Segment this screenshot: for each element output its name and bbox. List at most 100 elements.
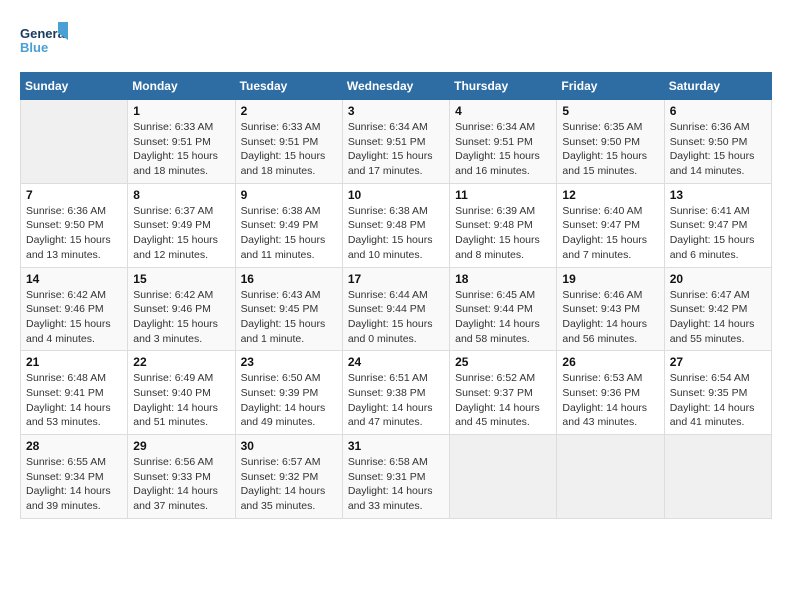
svg-text:Blue: Blue — [20, 40, 48, 55]
day-cell: 8 Sunrise: 6:37 AM Sunset: 9:49 PM Daylig… — [128, 183, 235, 267]
day-number: 24 — [348, 355, 444, 369]
day-cell: 1 Sunrise: 6:33 AM Sunset: 9:51 PM Daylig… — [128, 100, 235, 184]
header: General Blue — [20, 20, 772, 62]
day-info: Sunrise: 6:37 AM Sunset: 9:49 PM Dayligh… — [133, 204, 229, 263]
logo: General Blue — [20, 20, 70, 62]
day-cell: 15 Sunrise: 6:42 AM Sunset: 9:46 PM Dayli… — [128, 267, 235, 351]
logo-svg: General Blue — [20, 20, 70, 62]
day-info: Sunrise: 6:55 AM Sunset: 9:34 PM Dayligh… — [26, 455, 122, 514]
day-number: 20 — [670, 272, 766, 286]
header-tuesday: Tuesday — [235, 73, 342, 100]
day-number: 26 — [562, 355, 658, 369]
calendar-header-row: SundayMondayTuesdayWednesdayThursdayFrid… — [21, 73, 772, 100]
day-number: 6 — [670, 104, 766, 118]
day-number: 31 — [348, 439, 444, 453]
day-cell: 7Sunrise: 6:36 AM Sunset: 9:50 PM Daylig… — [21, 183, 128, 267]
day-cell: 26Sunrise: 6:53 AM Sunset: 9:36 PM Dayli… — [557, 351, 664, 435]
header-sunday: Sunday — [21, 73, 128, 100]
day-info: Sunrise: 6:44 AM Sunset: 9:44 PM Dayligh… — [348, 288, 444, 347]
day-cell: 3 Sunrise: 6:34 AM Sunset: 9:51 PM Daylig… — [342, 100, 449, 184]
day-info: Sunrise: 6:33 AM Sunset: 9:51 PM Dayligh… — [241, 120, 337, 179]
day-cell: 5Sunrise: 6:35 AM Sunset: 9:50 PM Daylig… — [557, 100, 664, 184]
day-cell: 27Sunrise: 6:54 AM Sunset: 9:35 PM Dayli… — [664, 351, 771, 435]
day-cell: 11 Sunrise: 6:39 AM Sunset: 9:48 PM Dayli… — [450, 183, 557, 267]
day-info: Sunrise: 6:34 AM Sunset: 9:51 PM Dayligh… — [455, 120, 551, 179]
day-cell: 10 Sunrise: 6:38 AM Sunset: 9:48 PM Dayli… — [342, 183, 449, 267]
day-info: Sunrise: 6:47 AM Sunset: 9:42 PM Dayligh… — [670, 288, 766, 347]
day-number: 12 — [562, 188, 658, 202]
day-cell: 24 Sunrise: 6:51 AM Sunset: 9:38 PM Dayli… — [342, 351, 449, 435]
day-cell: 18 Sunrise: 6:45 AM Sunset: 9:44 PM Dayli… — [450, 267, 557, 351]
day-info: Sunrise: 6:39 AM Sunset: 9:48 PM Dayligh… — [455, 204, 551, 263]
day-cell: 28 Sunrise: 6:55 AM Sunset: 9:34 PM Dayli… — [21, 435, 128, 519]
day-number: 8 — [133, 188, 229, 202]
header-monday: Monday — [128, 73, 235, 100]
day-info: Sunrise: 6:50 AM Sunset: 9:39 PM Dayligh… — [241, 371, 337, 430]
day-cell: 12Sunrise: 6:40 AM Sunset: 9:47 PM Dayli… — [557, 183, 664, 267]
week-row-4: 28 Sunrise: 6:55 AM Sunset: 9:34 PM Dayli… — [21, 435, 772, 519]
day-cell: 31Sunrise: 6:58 AM Sunset: 9:31 PM Dayli… — [342, 435, 449, 519]
day-number: 10 — [348, 188, 444, 202]
day-number: 22 — [133, 355, 229, 369]
week-row-2: 14 Sunrise: 6:42 AM Sunset: 9:46 PM Dayli… — [21, 267, 772, 351]
day-cell — [21, 100, 128, 184]
day-cell: 13 Sunrise: 6:41 AM Sunset: 9:47 PM Dayli… — [664, 183, 771, 267]
day-cell: 9 Sunrise: 6:38 AM Sunset: 9:49 PM Daylig… — [235, 183, 342, 267]
day-info: Sunrise: 6:57 AM Sunset: 9:32 PM Dayligh… — [241, 455, 337, 514]
day-number: 3 — [348, 104, 444, 118]
day-info: Sunrise: 6:38 AM Sunset: 9:48 PM Dayligh… — [348, 204, 444, 263]
day-info: Sunrise: 6:33 AM Sunset: 9:51 PM Dayligh… — [133, 120, 229, 179]
week-row-0: 1 Sunrise: 6:33 AM Sunset: 9:51 PM Daylig… — [21, 100, 772, 184]
day-cell: 19 Sunrise: 6:46 AM Sunset: 9:43 PM Dayli… — [557, 267, 664, 351]
day-cell: 21 Sunrise: 6:48 AM Sunset: 9:41 PM Dayli… — [21, 351, 128, 435]
day-number: 15 — [133, 272, 229, 286]
day-cell: 22 Sunrise: 6:49 AM Sunset: 9:40 PM Dayli… — [128, 351, 235, 435]
day-number: 27 — [670, 355, 766, 369]
day-info: Sunrise: 6:49 AM Sunset: 9:40 PM Dayligh… — [133, 371, 229, 430]
day-number: 23 — [241, 355, 337, 369]
day-number: 25 — [455, 355, 551, 369]
day-info: Sunrise: 6:45 AM Sunset: 9:44 PM Dayligh… — [455, 288, 551, 347]
calendar: SundayMondayTuesdayWednesdayThursdayFrid… — [20, 72, 772, 519]
day-cell: 6Sunrise: 6:36 AM Sunset: 9:50 PM Daylig… — [664, 100, 771, 184]
day-number: 5 — [562, 104, 658, 118]
day-number: 21 — [26, 355, 122, 369]
day-cell — [664, 435, 771, 519]
day-cell: 20 Sunrise: 6:47 AM Sunset: 9:42 PM Dayli… — [664, 267, 771, 351]
day-info: Sunrise: 6:46 AM Sunset: 9:43 PM Dayligh… — [562, 288, 658, 347]
header-wednesday: Wednesday — [342, 73, 449, 100]
day-number: 30 — [241, 439, 337, 453]
header-saturday: Saturday — [664, 73, 771, 100]
header-friday: Friday — [557, 73, 664, 100]
day-number: 28 — [26, 439, 122, 453]
day-info: Sunrise: 6:38 AM Sunset: 9:49 PM Dayligh… — [241, 204, 337, 263]
day-number: 18 — [455, 272, 551, 286]
day-info: Sunrise: 6:42 AM Sunset: 9:46 PM Dayligh… — [133, 288, 229, 347]
day-number: 1 — [133, 104, 229, 118]
day-info: Sunrise: 6:56 AM Sunset: 9:33 PM Dayligh… — [133, 455, 229, 514]
day-number: 19 — [562, 272, 658, 286]
day-info: Sunrise: 6:42 AM Sunset: 9:46 PM Dayligh… — [26, 288, 122, 347]
day-number: 13 — [670, 188, 766, 202]
day-cell: 14 Sunrise: 6:42 AM Sunset: 9:46 PM Dayli… — [21, 267, 128, 351]
day-number: 11 — [455, 188, 551, 202]
day-cell: 17 Sunrise: 6:44 AM Sunset: 9:44 PM Dayli… — [342, 267, 449, 351]
day-info: Sunrise: 6:48 AM Sunset: 9:41 PM Dayligh… — [26, 371, 122, 430]
day-info: Sunrise: 6:34 AM Sunset: 9:51 PM Dayligh… — [348, 120, 444, 179]
day-cell — [450, 435, 557, 519]
day-number: 29 — [133, 439, 229, 453]
day-cell: 4Sunrise: 6:34 AM Sunset: 9:51 PM Daylig… — [450, 100, 557, 184]
day-info: Sunrise: 6:51 AM Sunset: 9:38 PM Dayligh… — [348, 371, 444, 430]
week-row-3: 21 Sunrise: 6:48 AM Sunset: 9:41 PM Dayli… — [21, 351, 772, 435]
day-info: Sunrise: 6:41 AM Sunset: 9:47 PM Dayligh… — [670, 204, 766, 263]
day-info: Sunrise: 6:43 AM Sunset: 9:45 PM Dayligh… — [241, 288, 337, 347]
day-info: Sunrise: 6:36 AM Sunset: 9:50 PM Dayligh… — [26, 204, 122, 263]
day-info: Sunrise: 6:52 AM Sunset: 9:37 PM Dayligh… — [455, 371, 551, 430]
day-cell: 30 Sunrise: 6:57 AM Sunset: 9:32 PM Dayli… — [235, 435, 342, 519]
day-number: 17 — [348, 272, 444, 286]
day-number: 14 — [26, 272, 122, 286]
day-number: 9 — [241, 188, 337, 202]
day-cell: 16Sunrise: 6:43 AM Sunset: 9:45 PM Dayli… — [235, 267, 342, 351]
day-cell: 2 Sunrise: 6:33 AM Sunset: 9:51 PM Daylig… — [235, 100, 342, 184]
day-number: 2 — [241, 104, 337, 118]
